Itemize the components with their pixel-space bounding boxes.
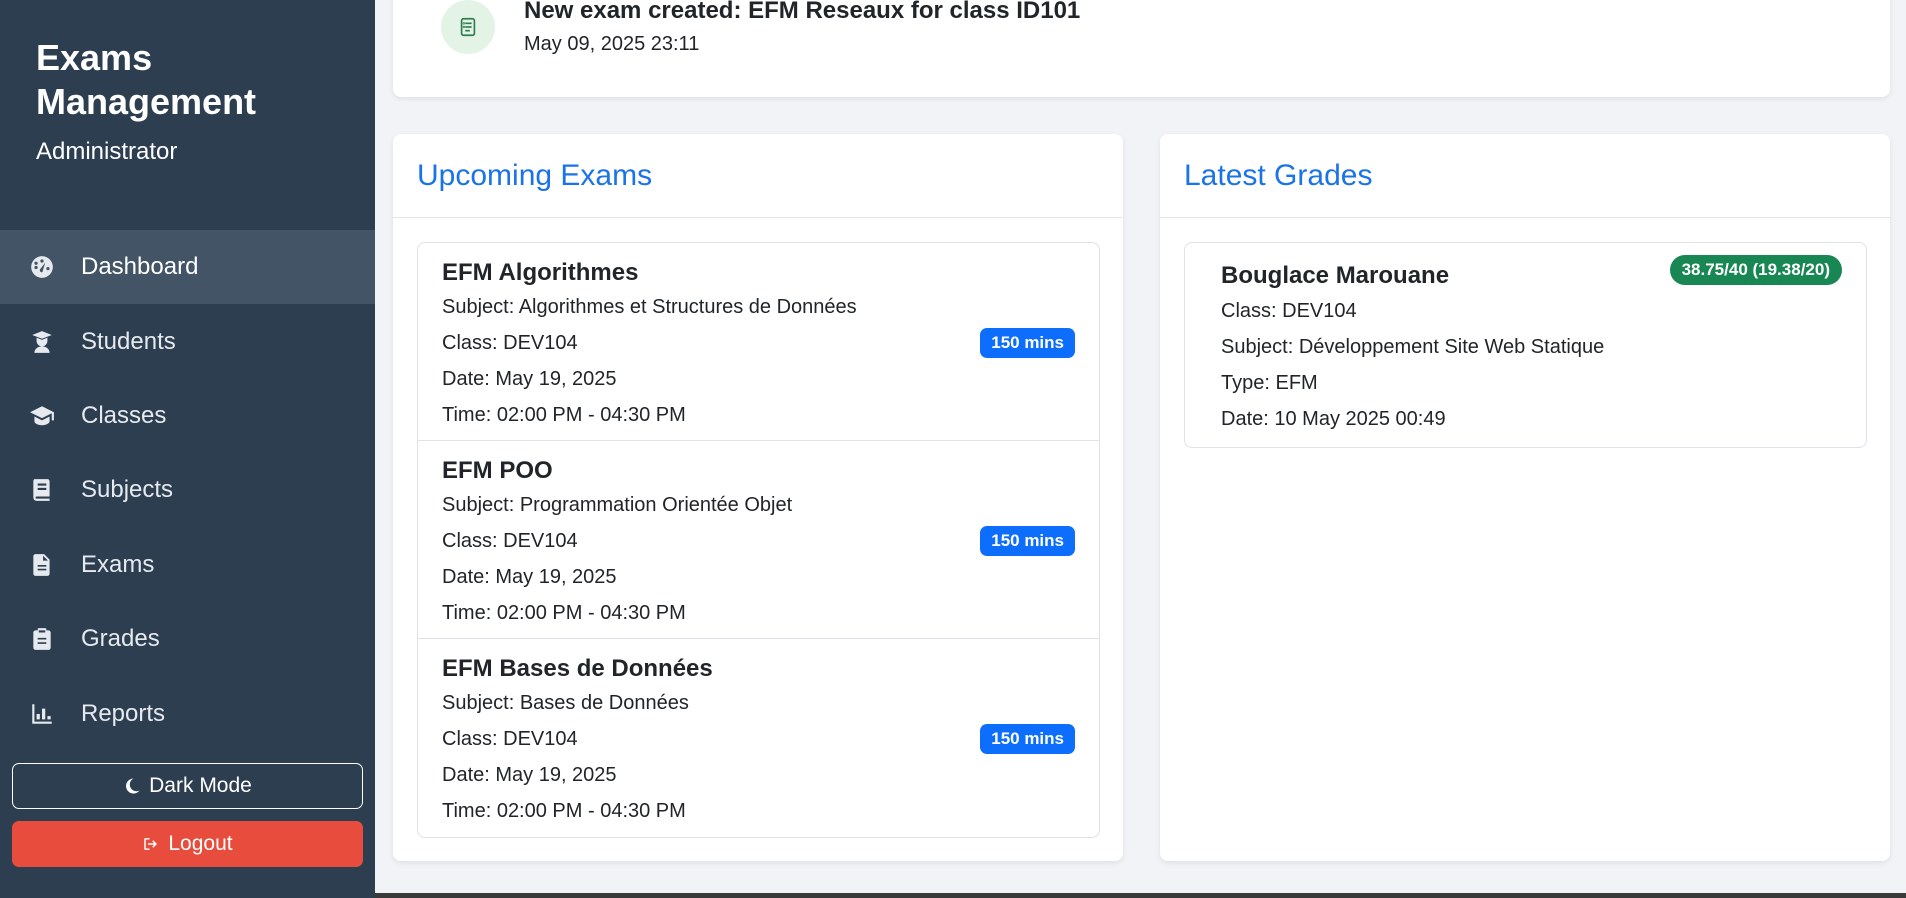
sidebar-item-label: Dashboard: [81, 253, 199, 281]
document-list-icon: [441, 0, 495, 54]
sidebar-item-reports[interactable]: Reports: [0, 676, 375, 750]
grade-date: Date: 10 May 2025 00:49: [1221, 408, 1446, 430]
exam-subject: Subject: Programmation Orientée Objet: [442, 494, 793, 516]
graduation-cap-icon: [28, 402, 56, 430]
exam-time: Time: 02:00 PM - 04:30 PM: [442, 800, 686, 822]
duration-badge: 150 mins: [980, 724, 1075, 754]
panel-title: Upcoming Exams: [417, 158, 653, 192]
sidebar-item-label: Grades: [81, 625, 160, 653]
book-icon: [28, 476, 56, 504]
grade-type: Type: EFM: [1221, 372, 1318, 394]
grade-item[interactable]: Bouglace Marouane Class: DEV104 Subject:…: [1184, 242, 1867, 448]
sidebar-item-label: Classes: [81, 401, 167, 429]
recent-activity-item: New exam created: EFM Reseaux for class …: [393, 0, 1890, 97]
exam-subject: Subject: Algorithmes et Structures de Do…: [442, 296, 857, 318]
sign-out-icon: [144, 838, 158, 850]
exam-time: Time: 02:00 PM - 04:30 PM: [442, 404, 686, 426]
exam-item[interactable]: EFM POO Subject: Programmation Orientée …: [418, 441, 1099, 639]
sidebar-item-classes[interactable]: Classes: [0, 379, 375, 453]
exam-name: EFM Algorithmes: [442, 259, 639, 286]
dark-mode-label: Dark Mode: [149, 774, 252, 797]
sidebar-item-label: Students: [81, 327, 176, 355]
grade-subject: Subject: Développement Site Web Statique: [1221, 336, 1605, 358]
brand: Exams Management Administrator: [36, 36, 336, 166]
exam-date: Date: May 19, 2025: [442, 368, 617, 390]
exam-item[interactable]: EFM Bases de Données Subject: Bases de D…: [418, 639, 1099, 837]
sidebar-item-grades[interactable]: Grades: [0, 602, 375, 676]
sidebar-item-dashboard[interactable]: Dashboard: [0, 230, 375, 305]
panel-header: Upcoming Exams: [393, 134, 1123, 218]
dashboard-gauge-icon: [28, 253, 56, 281]
dark-mode-button[interactable]: Dark Mode: [12, 763, 363, 809]
latest-grades-panel: Latest Grades Bouglace Marouane Class: D…: [1160, 134, 1890, 861]
grade-class: Class: DEV104: [1221, 300, 1357, 322]
exam-name: EFM POO: [442, 457, 553, 484]
app-title: Exams Management: [36, 37, 257, 122]
sidebar-item-exams[interactable]: Exams: [0, 528, 375, 602]
logout-button[interactable]: Logout: [12, 821, 363, 867]
clipboard-icon: [28, 625, 56, 653]
exam-time: Time: 02:00 PM - 04:30 PM: [442, 602, 686, 624]
exam-name: EFM Bases de Données: [442, 655, 713, 682]
sidebar-item-subjects[interactable]: Subjects: [0, 453, 375, 527]
logout-label: Logout: [168, 832, 233, 855]
duration-badge: 150 mins: [980, 328, 1075, 358]
activity-timestamp: May 09, 2025 23:11: [524, 33, 700, 55]
moon-icon: [126, 778, 140, 794]
exam-item[interactable]: EFM Algorithmes Subject: Algorithmes et …: [418, 243, 1099, 441]
exam-date: Date: May 19, 2025: [442, 566, 617, 588]
sidebar: Exams Management Administrator Dashboard…: [0, 0, 375, 898]
sidebar-item-label: Exams: [81, 550, 155, 578]
user-role: Administrator: [36, 138, 178, 165]
duration-badge: 150 mins: [980, 526, 1075, 556]
bottom-edge: [375, 893, 1906, 898]
exam-list: EFM Algorithmes Subject: Algorithmes et …: [417, 242, 1100, 838]
student-icon: [28, 328, 56, 356]
sidebar-item-label: Subjects: [81, 476, 174, 504]
sidebar-nav: Dashboard Students Classes Subjects Exam…: [0, 230, 375, 751]
sidebar-item-students[interactable]: Students: [0, 304, 375, 378]
panel-title: Latest Grades: [1184, 158, 1373, 192]
bar-chart-icon: [28, 700, 56, 728]
sidebar-item-label: Reports: [81, 699, 166, 727]
activity-title: New exam created: EFM Reseaux for class …: [524, 0, 1081, 24]
exam-subject: Subject: Bases de Données: [442, 692, 689, 714]
exam-date: Date: May 19, 2025: [442, 764, 617, 786]
panel-header: Latest Grades: [1160, 134, 1890, 218]
upcoming-exams-panel: Upcoming Exams EFM Algorithmes Subject: …: [393, 134, 1123, 861]
score-badge: 38.75/40 (19.38/20): [1669, 255, 1842, 285]
file-document-icon: [28, 551, 56, 579]
